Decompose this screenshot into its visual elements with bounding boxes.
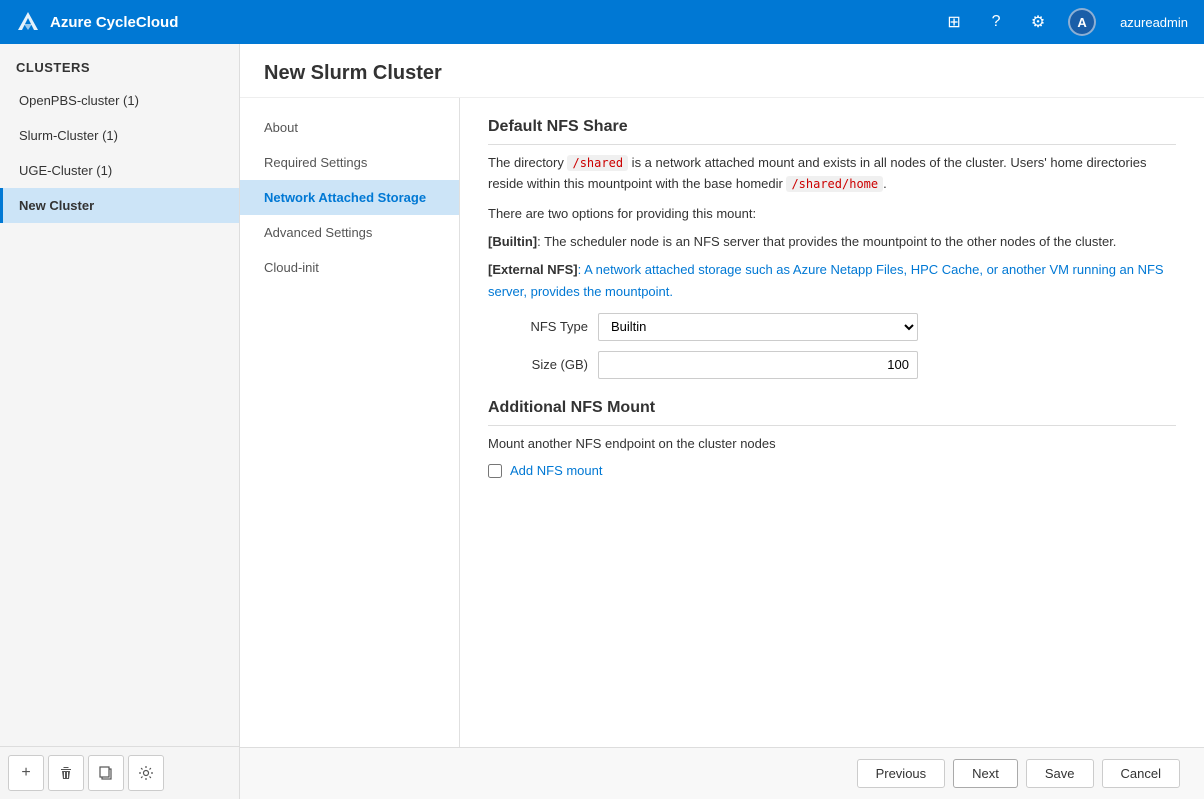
cancel-button[interactable]: Cancel — [1102, 759, 1180, 788]
add-nfs-mount-checkbox[interactable] — [488, 464, 502, 478]
size-input[interactable] — [598, 351, 918, 379]
sidebar-title: Clusters — [0, 44, 239, 83]
additional-nfs-section: Additional NFS Mount Mount another NFS e… — [488, 399, 1176, 479]
top-navigation: Azure CycleCloud ⊞ ? ⚙ A azureadmin — [0, 0, 1204, 44]
sidebar-item-uge[interactable]: UGE-Cluster (1) — [0, 153, 239, 188]
gear-icon — [138, 765, 154, 781]
trash-icon — [58, 765, 74, 781]
nfs-description-1: The directory /shared is a network attac… — [488, 153, 1176, 195]
page-header: New Slurm Cluster — [240, 44, 1204, 98]
size-row: Size (GB) — [488, 351, 1176, 379]
content-area: New Slurm Cluster About Required Setting… — [240, 44, 1204, 799]
main-layout: Clusters OpenPBS-cluster (1) Slurm-Clust… — [0, 44, 1204, 799]
nfs-builtin-option: [Builtin]: The scheduler node is an NFS … — [488, 231, 1176, 253]
delete-cluster-button[interactable] — [48, 755, 84, 791]
avatar[interactable]: A — [1068, 8, 1096, 36]
copy-cluster-button[interactable] — [88, 755, 124, 791]
sidebar: Clusters OpenPBS-cluster (1) Slurm-Clust… — [0, 44, 240, 799]
next-button[interactable]: Next — [953, 759, 1018, 788]
add-cluster-button[interactable]: + — [8, 755, 44, 791]
additional-nfs-title: Additional NFS Mount — [488, 399, 1176, 426]
form-content: Default NFS Share The directory /shared … — [460, 98, 1204, 747]
copy-icon — [98, 765, 114, 781]
wizard-navigation: About Required Settings Network Attached… — [240, 98, 460, 747]
default-nfs-section-title: Default NFS Share — [488, 118, 1176, 145]
sidebar-item-openpbs[interactable]: OpenPBS-cluster (1) — [0, 83, 239, 118]
nfs-type-label: NFS Type — [488, 319, 588, 334]
shared-code: /shared — [567, 155, 628, 171]
username: azureadmin — [1120, 15, 1188, 30]
shared-home-code: /shared/home — [786, 176, 883, 192]
wizard-nav-about[interactable]: About — [240, 110, 459, 145]
nfs-external-option: [External NFS]: A network attached stora… — [488, 259, 1176, 303]
add-nfs-mount-row: Add NFS mount — [488, 463, 1176, 478]
topnav-icons: ⊞ ? ⚙ A azureadmin — [942, 8, 1188, 36]
wizard-nav-advanced[interactable]: Advanced Settings — [240, 215, 459, 250]
content-body: About Required Settings Network Attached… — [240, 98, 1204, 747]
wizard-nav-cloudinit[interactable]: Cloud-init — [240, 250, 459, 285]
previous-button[interactable]: Previous — [857, 759, 946, 788]
nfs-type-select[interactable]: Builtin External NFS — [598, 313, 918, 341]
settings-icon[interactable]: ⚙ — [1026, 10, 1050, 34]
sidebar-item-slurm[interactable]: Slurm-Cluster (1) — [0, 118, 239, 153]
app-title: Azure CycleCloud — [50, 14, 178, 31]
sidebar-item-new-cluster[interactable]: New Cluster — [0, 188, 239, 223]
help-icon[interactable]: ? — [984, 10, 1008, 34]
wizard-nav-nas[interactable]: Network Attached Storage — [240, 180, 459, 215]
app-logo: Azure CycleCloud — [16, 10, 178, 34]
wizard-nav-required[interactable]: Required Settings — [240, 145, 459, 180]
sidebar-footer: + — [0, 746, 239, 799]
cluster-settings-button[interactable] — [128, 755, 164, 791]
additional-nfs-desc: Mount another NFS endpoint on the cluste… — [488, 434, 1176, 454]
nfs-type-row: NFS Type Builtin External NFS — [488, 313, 1176, 341]
save-button[interactable]: Save — [1026, 759, 1094, 788]
footer: Previous Next Save Cancel — [240, 747, 1204, 799]
monitor-icon[interactable]: ⊞ — [942, 10, 966, 34]
azure-logo-icon — [16, 10, 40, 34]
add-nfs-mount-label[interactable]: Add NFS mount — [510, 463, 603, 478]
page-title: New Slurm Cluster — [264, 62, 1180, 85]
size-label: Size (GB) — [488, 357, 588, 372]
nfs-options-intro: There are two options for providing this… — [488, 203, 1176, 225]
